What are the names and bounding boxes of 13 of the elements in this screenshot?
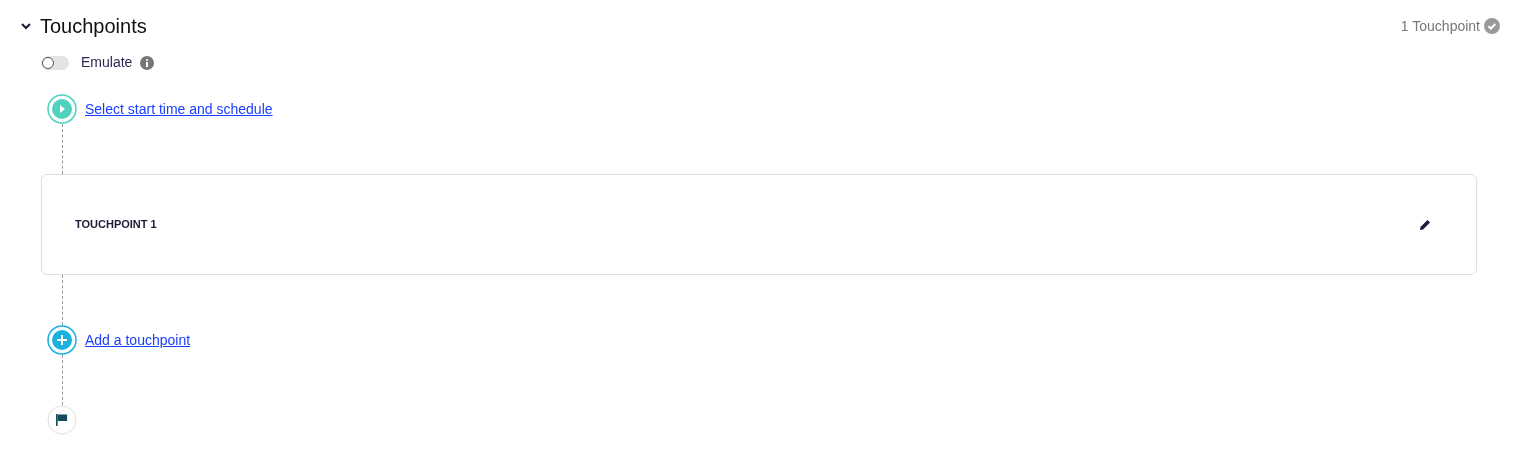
- section-title: Touchpoints: [40, 14, 147, 38]
- start-icon: [47, 94, 77, 124]
- emulate-label: Emulate: [81, 53, 133, 72]
- chevron-icon[interactable]: [20, 20, 32, 32]
- touchpoint-title: TOUCHPOINT 1: [75, 217, 157, 233]
- emulate-toggle[interactable]: [41, 55, 69, 70]
- info-icon: [140, 55, 155, 70]
- link[interactable]: Select start time and schedule: [85, 98, 273, 120]
- link[interactable]: Add a touchpoint: [85, 329, 191, 351]
- touchpoint-count: 1 Touchpoint: [1400, 16, 1480, 36]
- add-icon: [47, 325, 77, 355]
- flag-icon: [47, 405, 77, 435]
- edit-icon[interactable]: [1418, 217, 1432, 232]
